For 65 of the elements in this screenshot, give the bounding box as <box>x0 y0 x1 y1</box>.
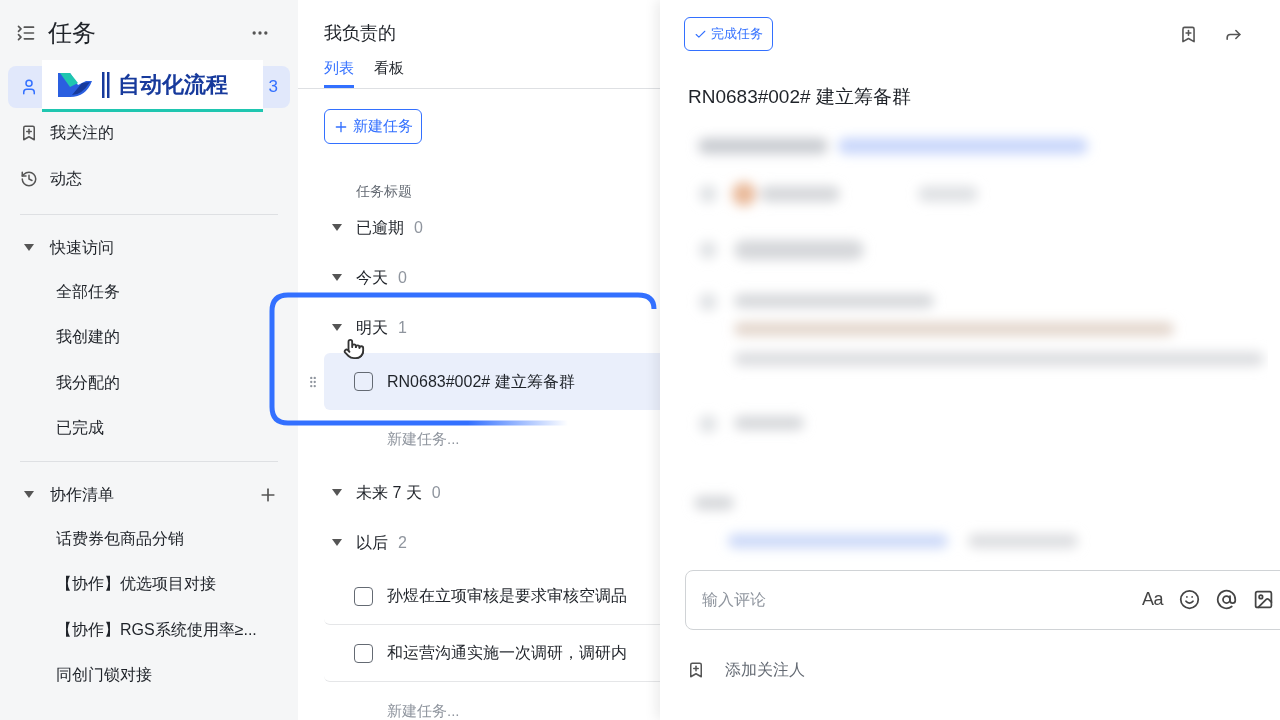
nav-count: 3 <box>268 76 278 99</box>
new-task-button[interactable]: 新建任务 <box>324 109 422 144</box>
task-title: 和运营沟通实施一次调研，调研内 <box>387 643 627 663</box>
caret-icon[interactable] <box>332 224 342 232</box>
caret-icon[interactable] <box>24 244 34 252</box>
nav-label: 我关注的 <box>50 123 114 143</box>
task-checkbox[interactable] <box>354 643 373 663</box>
view-tab[interactable]: 列表 <box>324 57 354 88</box>
image-icon[interactable] <box>1253 589 1274 610</box>
complete-task-button[interactable]: 完成任务 <box>684 17 773 51</box>
section-title[interactable]: 协作清单 <box>50 483 114 507</box>
sidebar-item[interactable]: 已完成 <box>20 405 278 451</box>
sidebar-item[interactable]: 【协作】RGS系统使用率≥... <box>20 607 278 653</box>
group-count: 0 <box>398 268 407 288</box>
section-header[interactable]: 协作清单 <box>20 474 278 516</box>
caret-icon[interactable] <box>332 489 342 497</box>
task-checkbox[interactable] <box>354 586 373 606</box>
logo-icon <box>56 70 94 99</box>
mention-icon[interactable] <box>1216 589 1237 610</box>
caret-icon[interactable] <box>332 539 342 547</box>
group-count: 2 <box>398 533 407 553</box>
banner-title: 自动化流程 <box>118 71 228 99</box>
group-count: 0 <box>414 218 423 238</box>
bookmark-plus-icon <box>20 124 38 142</box>
pointer-cursor-icon <box>343 338 365 360</box>
task-title: 孙煜在立项审核是要求审核空调品 <box>387 586 627 606</box>
person-icon <box>20 78 38 96</box>
section-header[interactable]: 快速访问 <box>20 227 278 269</box>
sidebar-item[interactable]: 话费券包商品分销 <box>20 516 278 562</box>
task-detail-title: RN0683#002# 建立筹备群 <box>688 86 911 107</box>
sidebar-title: 任务 <box>48 18 96 48</box>
bookmark-plus-icon[interactable] <box>687 660 705 679</box>
text-format-icon[interactable]: Aa <box>1141 586 1163 613</box>
history-icon <box>20 170 38 188</box>
group-title[interactable]: 今天 <box>356 266 388 290</box>
sidebar-item[interactable]: 我分配的 <box>20 360 278 406</box>
list-title: 我负责的 <box>324 23 396 43</box>
nav-item[interactable]: 我关注的 <box>8 112 290 154</box>
sidebar-item[interactable]: 【协作】优选项目对接 <box>20 561 278 607</box>
group-title[interactable]: 未来 7 天 <box>356 481 422 505</box>
view-tab[interactable]: 看板 <box>374 57 404 88</box>
sidebar-item[interactable]: 全部任务 <box>20 269 278 315</box>
group-count: 0 <box>431 483 441 503</box>
sidebar-item[interactable]: 同创门锁对接 <box>20 652 278 698</box>
nav-label: 动态 <box>50 169 82 189</box>
group-title[interactable]: 以后 <box>356 531 388 555</box>
nav-item[interactable]: 动态 <box>8 158 290 200</box>
comment-field[interactable]: 输入评论 Aa <box>685 569 1280 630</box>
task-row[interactable]: RN0683#002# 建立筹备群 <box>324 353 660 410</box>
group-count: 1 <box>398 318 407 338</box>
caret-icon[interactable] <box>24 491 34 499</box>
task-checkbox[interactable] <box>354 372 373 391</box>
emoji-icon[interactable] <box>1179 589 1200 610</box>
sidebar-item[interactable]: 我创建的 <box>20 314 278 360</box>
group-title[interactable]: 已逾期 <box>356 216 404 240</box>
column-header: 任务标题 <box>356 183 412 199</box>
task-title: RN0683#002# 建立筹备群 <box>387 371 575 392</box>
caret-icon[interactable] <box>332 274 342 282</box>
add-follower-link[interactable]: 添加关注人 <box>725 657 805 682</box>
collapse-sidebar-icon[interactable] <box>16 23 36 43</box>
divider-bars-icon <box>102 71 110 98</box>
section-title[interactable]: 快速访问 <box>50 236 114 260</box>
caret-icon[interactable] <box>332 324 342 332</box>
bookmark-plus-icon[interactable] <box>1179 24 1198 44</box>
group-title[interactable]: 明天 <box>356 316 388 340</box>
